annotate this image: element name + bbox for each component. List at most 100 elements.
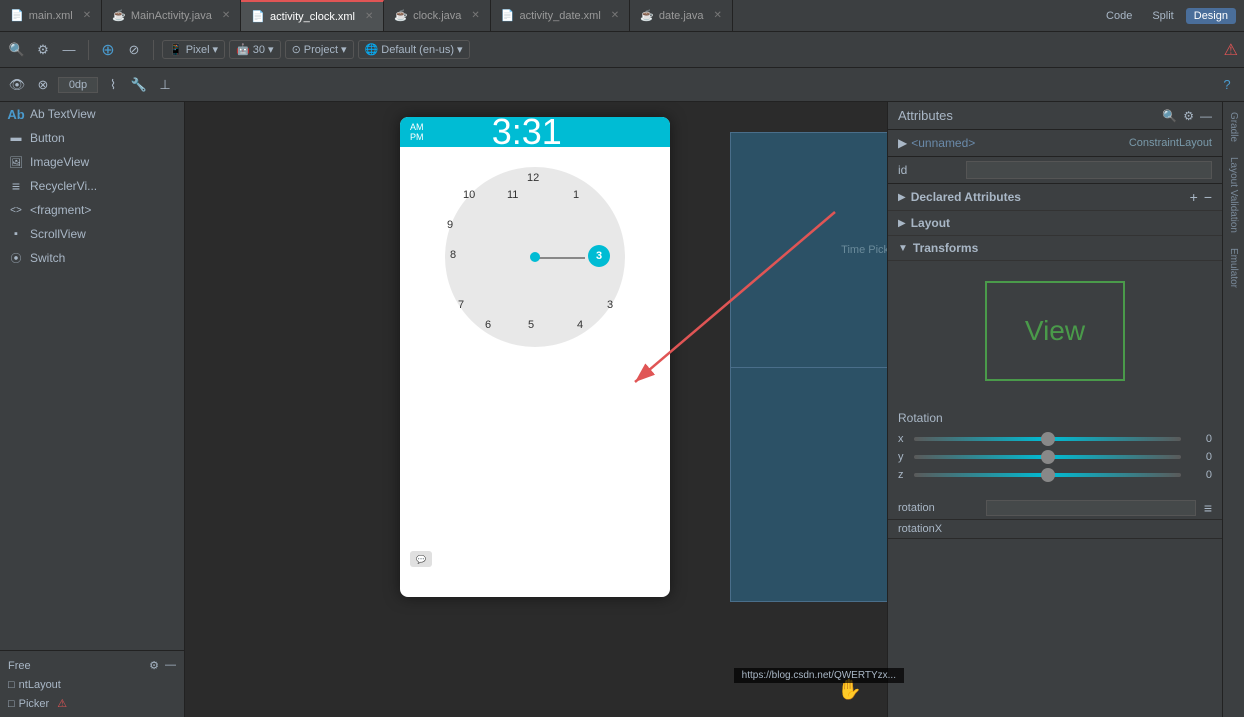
declared-attributes-title: Declared Attributes [911,190,1190,204]
tab-mainactivity-java[interactable]: ☕ MainActivity.java ✕ [102,0,241,31]
palette-label: Ab TextView [30,107,96,121]
rotation-x-slider[interactable] [914,437,1181,441]
split-tab[interactable]: Split [1144,8,1181,24]
clock-minute-hand [535,257,585,259]
project-dropdown[interactable]: ⊙ Project ▾ [285,40,354,59]
settings-icon[interactable]: ⚙ [1183,109,1194,123]
tree-item-picker[interactable]: □ Picker ⚠ [0,694,184,713]
remove-attribute-button[interactable]: − [1204,189,1212,205]
view-box: View [985,281,1125,381]
wrench-button[interactable]: 🔧 [128,74,150,96]
chevron-down-icon3: ▾ [341,43,347,56]
attributes-header: Attributes 🔍 ⚙ — [888,102,1222,130]
locale-dropdown[interactable]: 🌐 Default (en-us) ▾ [358,40,470,59]
cursor-button[interactable]: ⊘ [123,39,145,61]
api-dropdown[interactable]: 🤖 30 ▾ [229,40,280,59]
collapse-arrow[interactable]: ▶ [898,136,907,150]
tab-close[interactable]: ✕ [222,10,230,21]
tab-label: main.xml [29,10,73,22]
tab-close[interactable]: ✕ [83,10,91,21]
java-blue-icon2: ☕ [640,9,654,22]
rotation-z-row: z 0 [898,469,1212,481]
palette-panel: Ab Ab TextView ▬ Button 🖼 ImageView ≡ Re… [0,102,185,717]
rotation-z-value: 0 [1187,469,1212,481]
tree-minus-icon[interactable]: — [165,659,176,672]
palette-item-switch[interactable]: ⦿ Switch [0,246,184,270]
tab-activity-clock-xml[interactable]: 📄 activity_clock.xml ✕ [241,0,384,31]
component-tree-title: Free [8,660,31,672]
rotation-x-row: x 0 [898,433,1212,445]
declared-attributes-section[interactable]: ▶ Declared Attributes + − [888,184,1222,211]
attributes-title: Attributes [898,108,953,123]
palette-item-fragment[interactable]: <> <fragment> [0,198,184,222]
view-mode-tabs: Code Split Design [1098,8,1244,24]
minus-button[interactable]: — [58,39,80,61]
emulator-rail[interactable]: Emulator [1228,248,1239,288]
clock-knob-label: 3 [596,250,602,262]
path-button[interactable]: ⌇ [102,74,124,96]
code-tab[interactable]: Code [1098,8,1140,24]
tab-close[interactable]: ✕ [471,10,479,21]
tab-clock-java[interactable]: ☕ clock.java ✕ [384,0,490,31]
rotation-y-row: y 0 [898,451,1212,463]
transforms-expand-icon: ▼ [898,243,908,254]
tree-actions: ⚙ — [149,659,176,672]
id-input[interactable] [966,161,1212,179]
component-tree-header: Free ⚙ — [0,655,184,676]
tab-label: activity_clock.xml [270,11,355,23]
palette-item-textview[interactable]: Ab Ab TextView [0,102,184,126]
rotation-attr-input[interactable] [986,500,1196,516]
tab-date-java[interactable]: ☕ date.java ✕ [630,0,733,31]
main-toolbar: 🔍 ⚙ — ⊕ ⊘ 📱 Pixel ▾ 🤖 30 ▾ ⊙ Project ▾ 🌐… [0,32,1244,68]
rotation-y-slider[interactable] [914,455,1181,459]
rotation-z-slider[interactable] [914,473,1181,477]
settings-button[interactable]: ⚙ [32,39,54,61]
layout-validation-rail[interactable]: Layout Validation [1228,157,1239,233]
tree-settings-icon[interactable]: ⚙ [149,659,159,672]
add-attribute-button[interactable]: + [1190,189,1198,205]
attributes-panel: Attributes 🔍 ⚙ — ▶ <unnamed> ConstraintL… [887,102,1222,717]
palette-item-button[interactable]: ▬ Button [0,126,184,150]
palette-item-recyclerview[interactable]: ≡ RecyclerVi... [0,174,184,198]
pixel-dropdown[interactable]: 📱 Pixel ▾ [162,40,225,59]
palette-label: ScrollView [30,227,86,241]
palette-item-scrollview[interactable]: ▪ ScrollView [0,222,184,246]
layout-section[interactable]: ▶ Layout [888,211,1222,236]
transforms-title: Transforms [913,241,1212,255]
minus-icon[interactable]: — [1200,109,1212,123]
palette-spacer [0,270,184,650]
id-label: id [898,163,958,177]
dp-input[interactable]: 0dp [58,77,98,93]
palette-label: RecyclerVi... [30,179,97,193]
design-tab[interactable]: Design [1186,8,1236,24]
eye-button[interactable]: 👁 [6,74,28,96]
help-button[interactable]: ? [1216,74,1238,96]
tab-activity-date-xml[interactable]: 📄 activity_date.xml ✕ [491,0,630,31]
layers-button[interactable]: ⊕ [97,39,119,61]
clock-knob[interactable]: 3 [588,245,610,267]
tab-main-xml[interactable]: 📄 main.xml ✕ [0,0,102,31]
tab-close[interactable]: ✕ [365,11,373,22]
rotation-x-label: x [898,433,908,445]
attr-expand-icon[interactable]: ≡ [1204,500,1212,516]
search-icon[interactable]: 🔍 [1162,109,1177,123]
url-text: https://blog.csdn.net/QWERTYzx... [742,670,896,681]
tree-item-ntlayout[interactable]: □ ntLayout [0,676,184,694]
palette-item-imageview[interactable]: 🖼 ImageView [0,150,184,174]
search-button[interactable]: 🔍 [6,39,28,61]
design-canvas[interactable]: 🔧 🔧 AM PM 3:31 12 1 2 3 4 [185,102,887,717]
transforms-section[interactable]: ▼ Transforms [888,236,1222,261]
tab-close[interactable]: ✕ [714,10,722,21]
palette-label: ImageView [30,155,89,169]
time-picker-frame[interactable]: Time Picker [730,132,887,602]
clock-num-5: 5 [528,319,534,331]
magnet-button[interactable]: ⊗ [32,74,54,96]
gradle-rail[interactable]: Gradle [1228,112,1239,142]
layout-icon: □ [8,679,15,691]
tab-close[interactable]: ✕ [611,10,619,21]
warning-icon: ⚠ [1224,40,1238,60]
tree-item-label: ntLayout [19,679,61,691]
clock-num-11: 11 [507,189,518,201]
secondary-toolbar: 👁 ⊗ 0dp ⌇ 🔧 ⊥ ? [0,68,1244,102]
align-button[interactable]: ⊥ [154,74,176,96]
